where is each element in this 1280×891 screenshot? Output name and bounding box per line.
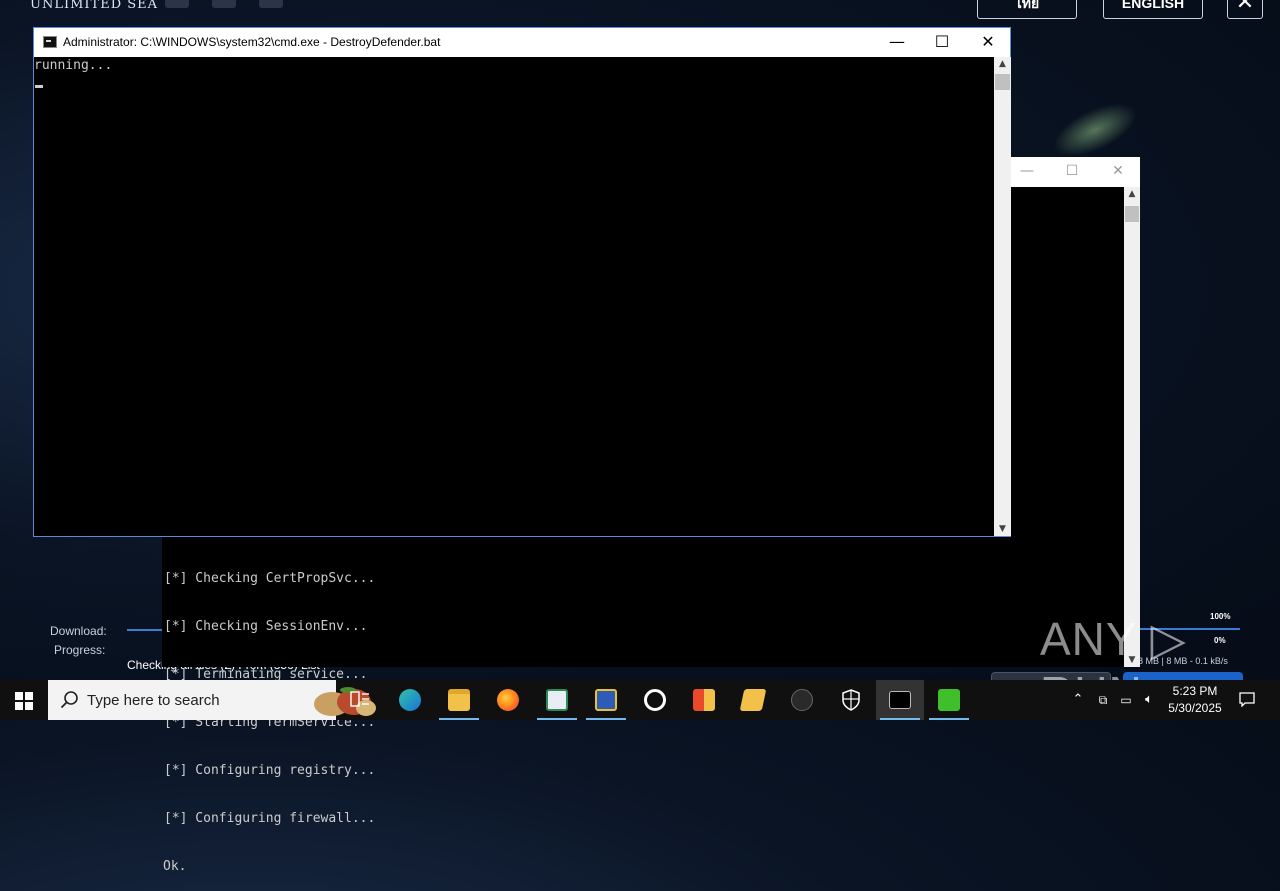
search-placeholder: Type here to search <box>87 692 220 709</box>
bg-close-button[interactable]: ✕ <box>1095 157 1141 187</box>
cmd-taskbar-icon <box>889 691 911 709</box>
network-tool-icon <box>595 689 617 711</box>
clock-time: 5:23 PM <box>1172 684 1218 698</box>
close-button[interactable]: ✕ <box>965 28 1011 57</box>
cmd-scrollbar[interactable]: ▲ ▼ <box>994 57 1011 536</box>
lang-english-button[interactable]: ENGLISH <box>1103 0 1203 19</box>
launcher-nav-icon[interactable] <box>259 0 283 8</box>
launcher-nav-icon[interactable] <box>212 0 236 8</box>
tray-app-icon[interactable]: ⧉ <box>1094 680 1112 720</box>
green-app-icon <box>938 689 960 711</box>
lang-thai-button[interactable]: ไทย <box>977 0 1077 19</box>
maximize-button[interactable]: ☐ <box>919 28 965 57</box>
clock-date: 5/30/2025 <box>1168 701 1222 715</box>
bg-console-scrollbar[interactable]: ▲ ▼ <box>1124 187 1140 667</box>
cmd-titlebar[interactable]: Administrator: C:\WINDOWS\system32\cmd.e… <box>34 28 1010 57</box>
text-cursor <box>35 85 43 88</box>
notification-icon[interactable] <box>1236 680 1258 720</box>
shield-icon <box>842 689 860 711</box>
taskbar-search-box[interactable]: Type here to search <box>48 680 376 720</box>
console-line: [*] Checking SessionEnv... <box>164 619 368 634</box>
taskbar-terminal-app[interactable] <box>778 680 826 720</box>
folder-icon <box>448 689 470 711</box>
minimize-button[interactable]: — <box>874 28 920 57</box>
office-app-icon <box>693 689 715 711</box>
console-line: [*] Configuring firewall... <box>164 811 376 826</box>
scroll-down-icon[interactable]: ▼ <box>994 524 1011 534</box>
taskbar-network-tool[interactable] <box>582 680 630 720</box>
firefox-icon <box>497 689 519 711</box>
taskbar-firefox[interactable] <box>484 680 532 720</box>
console-line: Ok. <box>163 859 187 874</box>
ccleaner-icon <box>644 689 666 711</box>
bg-maximize-button[interactable]: ☐ <box>1049 157 1095 187</box>
background-glow <box>1045 92 1145 168</box>
console-line: [*] Checking CertPropSvc... <box>164 571 376 586</box>
cmd-console-area[interactable]: running... <box>34 57 994 536</box>
taskbar-edge[interactable] <box>386 680 434 720</box>
scroll-thumb[interactable] <box>995 74 1010 90</box>
taskbar: Type here to search ⌃ ⧉ ▭ 🔈︎ 5:23 PM 5/3… <box>0 680 1280 720</box>
launcher-header: UNLIMITED SEA ไทย ENGLISH ✕ <box>0 0 1280 20</box>
cmd-window-title: Administrator: C:\WINDOWS\system32\cmd.e… <box>63 35 441 49</box>
terminal-app-icon <box>791 689 813 711</box>
launcher-nav-icon[interactable] <box>165 0 189 8</box>
taskbar-clock[interactable]: 5:23 PM 5/30/2025 <box>1160 683 1230 717</box>
cmd-icon <box>43 36 57 48</box>
cmd-output: running... <box>34 58 113 73</box>
notification-center-icon <box>1239 692 1255 708</box>
edge-icon <box>399 689 421 711</box>
scroll-thumb[interactable] <box>1125 206 1139 222</box>
taskbar-defender[interactable] <box>827 680 875 720</box>
download-progress-bar <box>127 629 165 631</box>
taskbar-folder-note[interactable] <box>729 680 777 720</box>
download-label: Download: <box>50 624 107 638</box>
network-icon[interactable]: ▭ <box>1116 680 1136 720</box>
task-view-button[interactable] <box>336 680 384 720</box>
search-icon <box>60 691 78 709</box>
cmd-window[interactable]: Administrator: C:\WINDOWS\system32\cmd.e… <box>33 27 1011 537</box>
launcher-brand: UNLIMITED SEA <box>30 0 159 12</box>
task-view-icon <box>350 691 369 707</box>
taskbar-green-app[interactable] <box>925 680 973 720</box>
app-window-icon <box>546 689 568 711</box>
taskbar-office-app[interactable] <box>680 680 728 720</box>
scroll-up-icon[interactable]: ▲ <box>1124 189 1140 199</box>
scroll-up-icon[interactable]: ▲ <box>994 59 1011 69</box>
start-button[interactable] <box>0 680 48 720</box>
launcher-close-button[interactable]: ✕ <box>1227 0 1263 19</box>
taskbar-cmd[interactable] <box>876 680 924 720</box>
console-line: [*] Configuring registry... <box>164 763 376 778</box>
progress-label: Progress: <box>54 643 106 657</box>
taskbar-app-window[interactable] <box>533 680 581 720</box>
taskbar-file-explorer[interactable] <box>435 680 483 720</box>
folder-note-icon <box>739 689 767 711</box>
taskbar-ccleaner[interactable] <box>631 680 679 720</box>
volume-icon[interactable]: 🔈︎ <box>1138 680 1160 720</box>
windows-logo-icon <box>15 692 33 710</box>
tray-overflow-chevron-icon[interactable]: ⌃ <box>1068 680 1088 720</box>
